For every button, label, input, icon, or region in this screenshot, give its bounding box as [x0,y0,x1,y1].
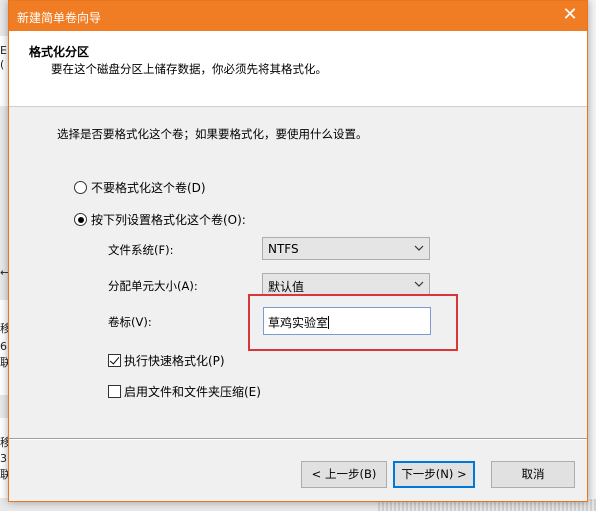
wizard-header: 格式化分区 要在这个磁盘分区上储存数据，你必须先将其格式化。 [9,31,587,107]
radio-button[interactable] [74,181,87,194]
radio-format-with[interactable]: 按下列设置格式化这个卷(O): [74,211,246,228]
checkbox-label: 执行快速格式化(P) [124,354,225,368]
chevron-down-icon [414,281,424,287]
back-button[interactable]: < 上一步(B) [301,461,387,488]
window-title: 新建简单卷向导 [17,11,102,25]
radio-label: 按下列设置格式化这个卷(O): [91,213,246,227]
checkbox-label: 启用文件和文件夹压缩(E) [124,385,261,399]
footer-separator [9,438,587,440]
checkbox-compression[interactable]: 启用文件和文件夹压缩(E) [108,383,261,400]
radio-no-format[interactable]: 不要格式化这个卷(D) [74,179,206,196]
checkbox-checked[interactable] [108,354,121,367]
filesystem-label: 文件系统(F): [108,243,174,257]
radio-button-checked[interactable] [74,213,87,226]
title-bar[interactable]: 新建简单卷向导 ✕ [9,1,587,31]
header-title: 格式化分区 [29,45,90,59]
filesystem-select[interactable]: NTFS [262,237,430,260]
alloc-size-label: 分配单元大小(A): [108,279,198,293]
close-button[interactable]: ✕ [553,1,587,31]
highlight-box [248,294,458,351]
new-simple-volume-wizard: 新建简单卷向导 ✕ 格式化分区 要在这个磁盘分区上储存数据，你必须先将其格式化。… [8,0,588,502]
filesystem-value: NTFS [268,242,299,256]
radio-label: 不要格式化这个卷(D) [91,181,206,195]
checkbox-quick-format[interactable]: 执行快速格式化(P) [108,352,225,369]
header-subtitle: 要在这个磁盘分区上储存数据，你必须先将其格式化。 [51,62,327,76]
next-button[interactable]: 下一步(N) > [393,461,475,488]
checkbox-unchecked[interactable] [108,385,121,398]
close-icon: ✕ [562,4,578,25]
wizard-content: 选择是否要格式化这个卷；如果要格式化，要使用什么设置。 不要格式化这个卷(D) … [9,108,587,438]
alloc-size-value: 默认值 [268,280,305,294]
volume-label-label: 卷标(V): [108,315,152,329]
cancel-button[interactable]: 取消 [491,461,575,488]
format-prompt: 选择是否要格式化这个卷；如果要格式化，要使用什么设置。 [57,127,368,141]
chevron-down-icon [414,245,424,251]
alloc-size-select[interactable]: 默认值 [262,273,430,296]
